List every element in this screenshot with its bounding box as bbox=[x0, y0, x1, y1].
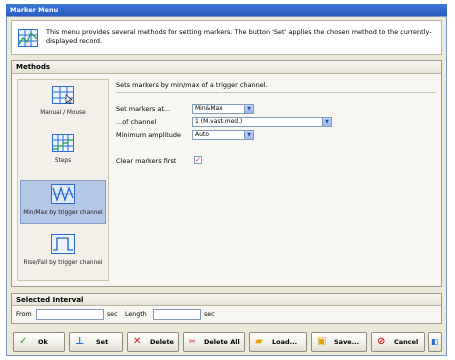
delete-button[interactable]: ✕ Delete bbox=[127, 332, 179, 352]
method-detail: Sets markers by min/max of a trigger cha… bbox=[116, 79, 436, 279]
delete-all-icon: ✂ bbox=[189, 337, 196, 346]
min-amplitude-select[interactable]: Auto ▼ bbox=[192, 130, 254, 140]
delete-x-icon: ✕ bbox=[133, 336, 142, 347]
from-label: From bbox=[16, 311, 32, 318]
clear-markers-label: Clear markers first bbox=[116, 157, 177, 165]
method-minmax[interactable]: Min/Max by trigger channel bbox=[20, 180, 106, 224]
method-label: Steps bbox=[54, 158, 72, 164]
cancel-button[interactable]: ⊘ Cancel bbox=[371, 332, 425, 352]
load-button[interactable]: ▰ Load... bbox=[249, 332, 307, 352]
method-manual-mouse[interactable]: Manual / Mouse bbox=[20, 86, 106, 122]
length-input[interactable] bbox=[153, 309, 201, 320]
info-text: This menu provides several methods for s… bbox=[46, 28, 432, 45]
method-label: Min/Max by trigger channel bbox=[23, 210, 103, 216]
method-rise-fall[interactable]: Rise/Fall by trigger channel bbox=[20, 234, 106, 276]
manual-mouse-icon bbox=[20, 86, 106, 107]
cancel-icon: ⊘ bbox=[377, 336, 386, 347]
marker-menu-window: Marker Menu This menu provides several m… bbox=[0, 0, 455, 360]
set-markers-select[interactable]: Min&Max ▼ bbox=[192, 104, 254, 114]
method-steps[interactable]: Steps bbox=[20, 134, 106, 170]
length-label: Length bbox=[125, 311, 147, 318]
channel-select[interactable]: 1 (M.vast.med.) ▼ bbox=[192, 117, 332, 127]
chevron-down-icon: ▼ bbox=[244, 105, 253, 113]
help-button[interactable]: ◧ bbox=[428, 332, 442, 352]
chevron-down-icon: ▼ bbox=[244, 131, 253, 139]
sec-unit: sec bbox=[107, 311, 118, 318]
methods-header: Methods bbox=[12, 61, 441, 74]
method-list: Manual / Mouse Steps Min/Max by trigger … bbox=[17, 79, 109, 281]
minmax-icon bbox=[21, 184, 105, 207]
help-icon: ◧ bbox=[431, 337, 439, 346]
folder-open-icon: ▰ bbox=[255, 336, 263, 347]
min-amplitude-label: Minimum amplitude bbox=[116, 131, 182, 139]
clear-markers-checkbox[interactable]: ✓ bbox=[194, 156, 202, 164]
methods-group: Methods Manual / Mouse Steps Min/Max by … bbox=[11, 60, 442, 287]
set-markers-value: Min&Max bbox=[195, 105, 223, 112]
set-marker-icon: ⊥ bbox=[75, 336, 85, 347]
checkmark-icon: ✓ bbox=[19, 336, 28, 347]
method-label: Manual / Mouse bbox=[40, 110, 86, 116]
risefall-icon bbox=[20, 234, 106, 257]
dialog-body: This menu provides several methods for s… bbox=[6, 16, 447, 356]
info-grid-icon bbox=[18, 29, 38, 47]
save-icon: ▣ bbox=[317, 336, 327, 347]
save-button[interactable]: ▣ Save... bbox=[311, 332, 367, 352]
channel-label: ...of channel bbox=[116, 118, 157, 126]
method-label: Rise/Fall by trigger channel bbox=[23, 260, 103, 266]
steps-icon bbox=[20, 134, 106, 155]
button-bar: ✓ Ok ⊥ Set ✕ Delete ✂ Delete All ▰ Load.… bbox=[11, 331, 442, 353]
info-banner: This menu provides several methods for s… bbox=[11, 20, 442, 55]
from-input[interactable] bbox=[36, 309, 104, 320]
window-title: Marker Menu bbox=[6, 4, 447, 16]
set-markers-label: Set markers at... bbox=[116, 105, 171, 113]
selected-interval-header: Selected Interval bbox=[12, 294, 441, 306]
set-button[interactable]: ⊥ Set bbox=[69, 332, 123, 352]
sec-unit: sec bbox=[204, 311, 215, 318]
min-amplitude-value: Auto bbox=[195, 131, 209, 138]
channel-value: 1 (M.vast.med.) bbox=[195, 118, 243, 125]
chevron-down-icon: ▼ bbox=[322, 118, 331, 126]
method-description: Sets markers by min/max of a trigger cha… bbox=[116, 81, 436, 93]
selected-interval-group: Selected Interval From sec Length sec bbox=[11, 293, 442, 324]
ok-button[interactable]: ✓ Ok bbox=[13, 332, 65, 352]
delete-all-button[interactable]: ✂ Delete All bbox=[183, 332, 245, 352]
